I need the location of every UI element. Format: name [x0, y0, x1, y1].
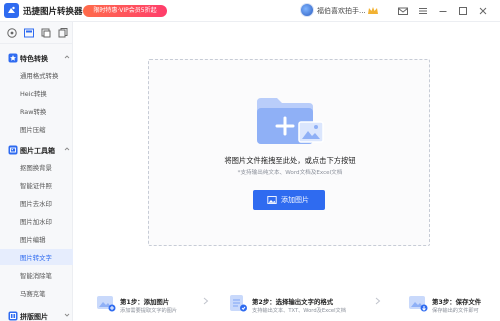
toolbox-icon [8, 145, 18, 155]
drop-zone-title: 将图片文件拖拽至此处，或点击下方按钮 [224, 156, 356, 165]
sidebar-item-heic[interactable]: Heic转换 [0, 85, 73, 101]
section-layout[interactable]: 拼版图片 [0, 309, 73, 321]
add-image-label: 添加图片 [281, 196, 309, 204]
section-feature-conversion[interactable]: 特色转换 [0, 51, 73, 65]
step-title: 第3步：保存文件 [432, 298, 482, 306]
sidebar-item-label: 智能消除笔 [20, 272, 52, 280]
section-label: 图片工具箱 [20, 147, 55, 155]
star-icon [8, 53, 18, 63]
close-icon[interactable] [476, 4, 490, 18]
step-title: 第2步：选择输出文字的格式 [252, 298, 334, 306]
layers-icon[interactable] [40, 27, 52, 39]
section-label: 拼版图片 [20, 313, 48, 321]
sidebar-item-label: 图片转文字 [20, 254, 52, 262]
sidebar-item-label: Raw转换 [20, 108, 47, 116]
sidebar-item-format-convert[interactable]: 通用格式转换 [0, 67, 73, 83]
minimize-icon[interactable] [436, 4, 450, 18]
sidebar-item-label: 智能证件照 [20, 182, 52, 190]
sidebar-item-compress[interactable]: 图片压缩 [0, 121, 73, 137]
menu-icon[interactable] [416, 4, 430, 18]
step-desc: 支持输出文本、TXT、Word及Excel文档 [252, 308, 346, 314]
sidebar-item-label: 图片加水印 [20, 218, 52, 226]
chevron-up-icon [64, 54, 70, 60]
folder-image-icon [255, 94, 325, 152]
step-desc: 保存输出的文件即可 [432, 308, 479, 314]
sidebar-item-eraser[interactable]: 智能消除笔 [0, 267, 73, 283]
image-upload-icon [96, 293, 116, 313]
sidebar-item-label: 图片压缩 [20, 126, 46, 134]
step-title: 第1步：添加图片 [120, 298, 170, 306]
sidebar-item-cutout[interactable]: 抠图换背景 [0, 159, 73, 175]
sidebar-item-raw[interactable]: Raw转换 [0, 103, 73, 119]
step-desc: 添加需要提取文字的图片 [120, 308, 178, 314]
sidebar-item-label: 图片去水印 [20, 200, 52, 208]
sidebar-item-label: Heic转换 [20, 90, 47, 98]
username[interactable]: 福伯喜欢拍手... [317, 6, 366, 16]
chevron-right-icon [374, 297, 382, 305]
circle-settings-icon[interactable] [6, 27, 18, 39]
maximize-icon[interactable] [456, 4, 470, 18]
chevron-up-icon [64, 146, 70, 152]
sidebar-item-label: 抠图换背景 [20, 164, 52, 172]
image-icon [267, 195, 277, 205]
main-panel: 将图片文件拖拽至此处，或点击下方按钮 *支持输出纯文本、Word文档及Excel… [74, 22, 500, 321]
grid-view-icon[interactable] [23, 27, 35, 39]
user-avatar[interactable] [300, 3, 314, 17]
sidebar-item-label: 图片编辑 [20, 236, 46, 244]
mail-icon[interactable] [396, 4, 410, 18]
sidebar-item-id-photo[interactable]: 智能证件照 [0, 177, 73, 193]
chevron-right-icon [202, 297, 210, 305]
sidebar-item-mosaic[interactable]: 马赛克笔 [0, 285, 73, 301]
app-logo-icon [4, 3, 19, 18]
sidebar-item-edit[interactable]: 图片编辑 [0, 231, 73, 247]
steps-bar: 第1步：添加图片 添加需要提取文字的图片 第2步：选择输出文字的格式 支持输出文… [74, 283, 500, 321]
section-label: 特色转换 [20, 55, 48, 63]
drop-zone[interactable]: 将图片文件拖拽至此处，或点击下方按钮 *支持输出纯文本、Word文档及Excel… [148, 59, 430, 246]
section-image-toolbox[interactable]: 图片工具箱 [0, 143, 73, 157]
save-file-icon [408, 293, 428, 313]
sidebar-item-add-watermark[interactable]: 图片加水印 [0, 213, 73, 229]
sidebar-item-label: 通用格式转换 [20, 72, 59, 80]
sidebar-item-label: 马赛克笔 [20, 290, 46, 298]
sidebar-item-image-to-text[interactable]: 图片转文字 [0, 249, 73, 265]
layout-icon [8, 311, 18, 321]
vip-crown-icon[interactable] [366, 4, 380, 18]
add-image-button[interactable]: 添加图片 [253, 190, 325, 210]
copy-icon[interactable] [57, 27, 69, 39]
document-format-icon [228, 293, 248, 313]
promo-banner[interactable]: 限时特惠·VIP会员5折起 [83, 5, 167, 17]
drop-zone-subtitle: *支持输出纯文本、Word文档及Excel文档 [237, 170, 343, 176]
app-title: 迅捷图片转换器 [23, 7, 83, 17]
sidebar: 特色转换 通用格式转换 Heic转换 Raw转换 图片压缩 图片工具箱 抠图换背… [0, 22, 73, 321]
sidebar-item-remove-watermark[interactable]: 图片去水印 [0, 195, 73, 211]
sidebar-toolbar [0, 22, 73, 44]
title-bar: 迅捷图片转换器 限时特惠·VIP会员5折起 福伯喜欢拍手... [0, 0, 500, 22]
chevron-down-icon [64, 312, 70, 318]
